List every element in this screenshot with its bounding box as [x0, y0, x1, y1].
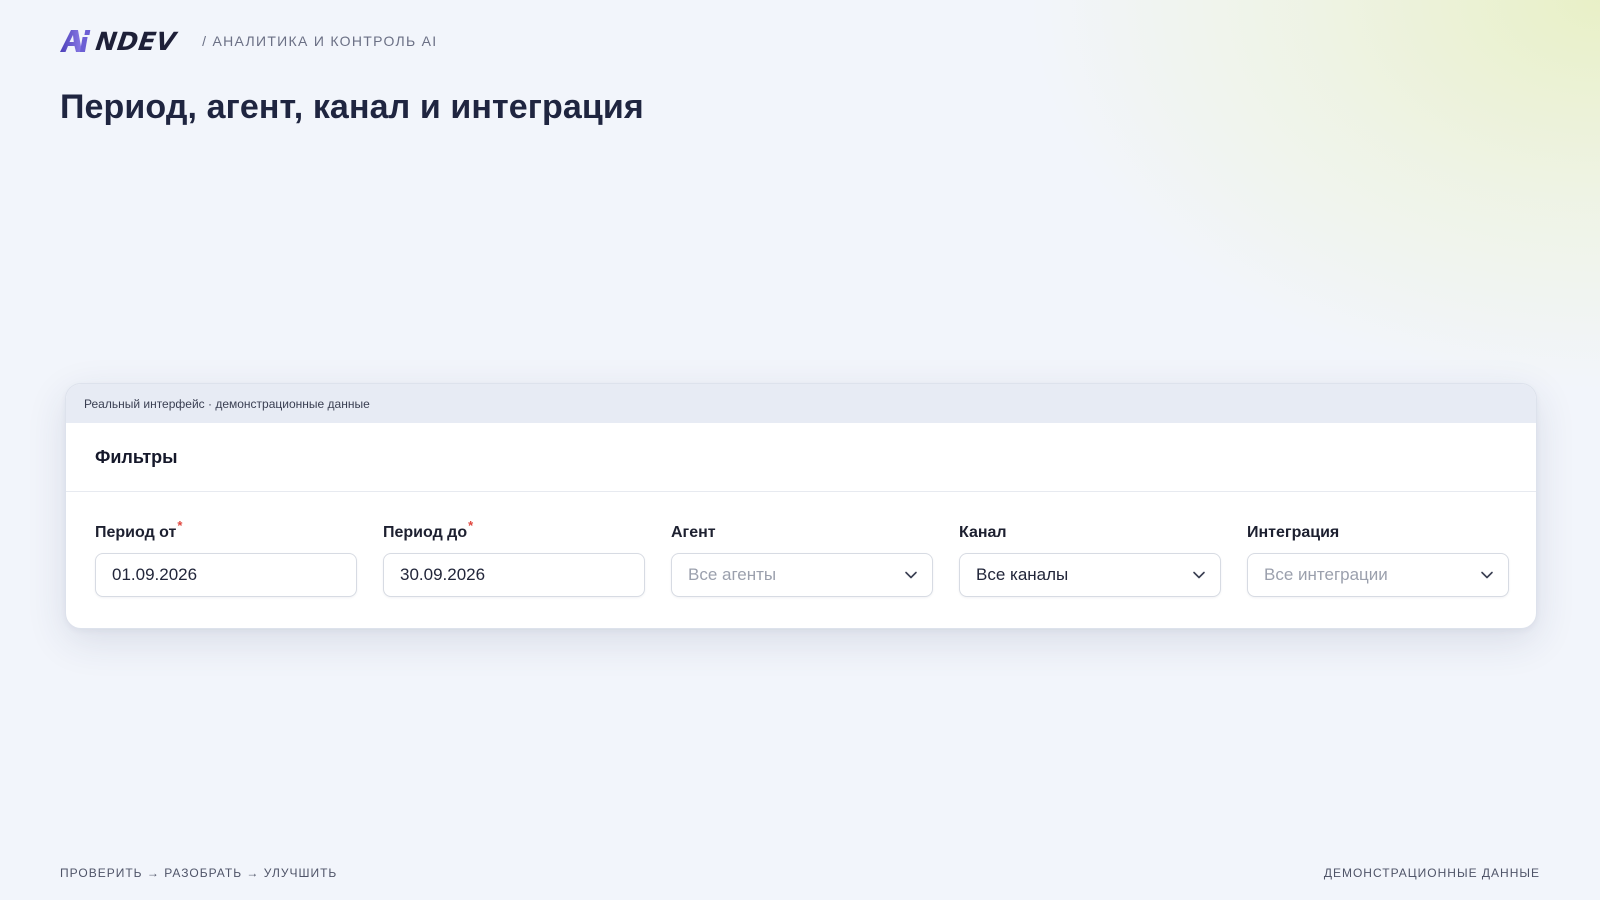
- filter-integration: Интеграция Все интеграции: [1247, 522, 1509, 597]
- chevron-down-icon: [1193, 571, 1205, 579]
- period-to-input[interactable]: 30.09.2026: [383, 553, 645, 597]
- filter-label: Агент: [671, 524, 716, 541]
- filters-row: Период от* 01.09.2026 Период до* 30.09.2…: [66, 492, 1536, 628]
- filter-label: Период от*: [95, 518, 182, 544]
- period-to-value: 30.09.2026: [400, 565, 486, 584]
- footer-demo-label: ДЕМОНСТРАЦИОННЫЕ ДАННЫЕ: [1323, 866, 1540, 880]
- footer-process-steps: ПРОВЕРИТЬ → РАЗОБРАТЬ → УЛУЧШИТЬ: [60, 866, 338, 880]
- logo-mark-icon: [60, 30, 91, 52]
- card-heading: Фильтры: [66, 423, 1536, 492]
- page-title: Период, агент, канал и интеграция: [60, 88, 644, 126]
- aindev-logo[interactable]: NDEV: [60, 26, 179, 56]
- period-from-value: 01.09.2026: [112, 565, 198, 584]
- app-header: NDEV / АНАЛИТИКА И КОНТРОЛЬ AI: [60, 26, 438, 56]
- filter-agent: Агент Все агенты: [671, 522, 933, 597]
- card-topbar: Реальный интерфейс · демонстрационные да…: [66, 384, 1536, 423]
- agent-select[interactable]: Все агенты: [671, 553, 933, 597]
- filter-channel: Канал Все каналы: [959, 522, 1221, 597]
- filter-period-to: Период до* 30.09.2026: [383, 518, 645, 597]
- filter-label: Период до*: [383, 518, 473, 544]
- card-topbar-text: Реальный интерфейс · демонстрационные да…: [84, 396, 370, 411]
- filters-card: Реальный интерфейс · демонстрационные да…: [65, 383, 1537, 629]
- filter-period-from: Период от* 01.09.2026: [95, 518, 357, 597]
- channel-select-value: Все каналы: [976, 565, 1069, 584]
- integration-select-placeholder: Все интеграции: [1264, 565, 1388, 584]
- required-marker: *: [468, 518, 474, 533]
- header-subtitle: / АНАЛИТИКА И КОНТРОЛЬ AI: [202, 33, 438, 49]
- filter-label: Канал: [959, 524, 1007, 541]
- filter-label-text: Период от: [95, 524, 177, 541]
- filter-label: Интеграция: [1247, 524, 1340, 541]
- required-marker: *: [177, 518, 183, 533]
- chevron-down-icon: [905, 571, 917, 579]
- period-from-input[interactable]: 01.09.2026: [95, 553, 357, 597]
- logo-text: NDEV: [93, 26, 179, 56]
- chevron-down-icon: [1481, 571, 1493, 579]
- filter-label-text: Период до: [383, 524, 468, 541]
- agent-select-placeholder: Все агенты: [688, 565, 777, 584]
- integration-select[interactable]: Все интеграции: [1247, 553, 1509, 597]
- channel-select[interactable]: Все каналы: [959, 553, 1221, 597]
